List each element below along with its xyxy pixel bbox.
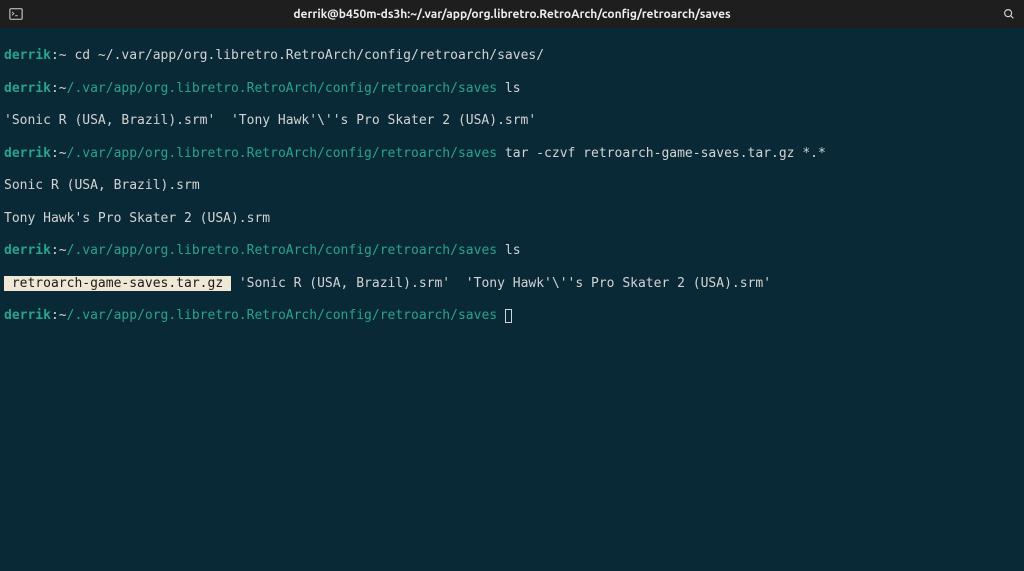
- terminal-output[interactable]: derrik:~ cd ~/.var/app/org.libretro.Retr…: [0, 28, 1024, 345]
- prompt-user: derrik: [4, 81, 51, 96]
- prompt-tilde: ~: [59, 308, 67, 323]
- command-text: tar -czvf retroarch-game-saves.tar.gz *.…: [497, 146, 826, 161]
- prompt-user: derrik: [4, 48, 51, 63]
- prompt-colon: :: [51, 243, 59, 258]
- search-icon[interactable]: [1002, 7, 1016, 21]
- ls-highlighted-file: retroarch-game-saves.tar.gz: [4, 276, 231, 291]
- terminal-line: derrik:~ cd ~/.var/app/org.libretro.Retr…: [4, 48, 1020, 64]
- prompt-user: derrik: [4, 243, 51, 258]
- window-title: derrik@b450m-ds3h:~/.var/app/org.libretr…: [293, 8, 730, 21]
- prompt-colon: :: [51, 48, 59, 63]
- terminal-line: 'Sonic R (USA, Brazil).srm' 'Tony Hawk'\…: [4, 113, 1020, 129]
- terminal-line: derrik:~/.var/app/org.libretro.RetroArch…: [4, 81, 1020, 97]
- command-text: ls: [497, 243, 520, 258]
- prompt-tilde: ~: [59, 243, 67, 258]
- prompt-path: /.var/app/org.libretro.RetroArch/config/…: [67, 146, 497, 161]
- prompt-tilde: ~: [59, 81, 67, 96]
- command-text: ls: [497, 81, 520, 96]
- terminal-icon: [8, 6, 24, 22]
- terminal-line: derrik:~/.var/app/org.libretro.RetroArch…: [4, 308, 1020, 324]
- terminal-line: derrik:~/.var/app/org.libretro.RetroArch…: [4, 243, 1020, 259]
- titlebar-right-controls: [1002, 7, 1016, 21]
- prompt-colon: :: [51, 308, 59, 323]
- prompt-tilde: ~: [59, 48, 67, 63]
- prompt-colon: :: [51, 81, 59, 96]
- command-text: cd ~/.var/app/org.libretro.RetroArch/con…: [67, 48, 544, 63]
- prompt-path: /.var/app/org.libretro.RetroArch/config/…: [67, 81, 497, 96]
- terminal-line: derrik:~/.var/app/org.libretro.RetroArch…: [4, 146, 1020, 162]
- prompt-user: derrik: [4, 146, 51, 161]
- cursor: [505, 309, 512, 323]
- command-text: [497, 308, 505, 323]
- window-titlebar: derrik@b450m-ds3h:~/.var/app/org.libretr…: [0, 0, 1024, 28]
- terminal-line: retroarch-game-saves.tar.gz 'Sonic R (US…: [4, 276, 1020, 292]
- prompt-tilde: ~: [59, 146, 67, 161]
- ls-output: 'Sonic R (USA, Brazil).srm' 'Tony Hawk'\…: [239, 276, 771, 291]
- prompt-user: derrik: [4, 308, 51, 323]
- terminal-line: Tony Hawk's Pro Skater 2 (USA).srm: [4, 211, 1020, 227]
- prompt-colon: :: [51, 146, 59, 161]
- prompt-path: /.var/app/org.libretro.RetroArch/config/…: [67, 308, 497, 323]
- terminal-line: Sonic R (USA, Brazil).srm: [4, 178, 1020, 194]
- prompt-path: /.var/app/org.libretro.RetroArch/config/…: [67, 243, 497, 258]
